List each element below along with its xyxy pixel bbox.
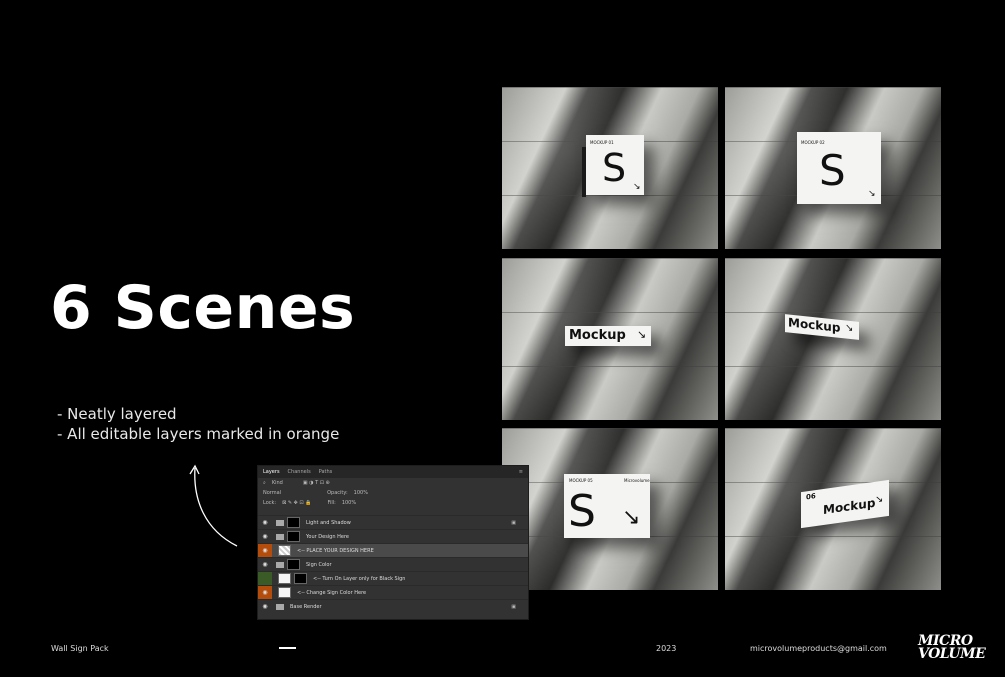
diagonal-arrow-icon: ↘	[845, 322, 854, 335]
layers-panel: Layers Channels Paths ≡ ⌕ Kind ▣ ◑ T ⊡ ⊕…	[257, 465, 529, 620]
sign-brand: Microvolume	[624, 478, 650, 483]
layer-row[interactable]: ◉ <-- Change Sign Color Here	[258, 585, 528, 599]
opacity-input[interactable]: 100%	[354, 490, 368, 496]
fill-label: Fill:	[327, 500, 336, 506]
brand-logo: MICRO VOLUME	[918, 634, 986, 662]
lock-row: Lock: ⊠ ✎ ✥ ⊡ 🔒 Fill: 100%	[258, 498, 528, 508]
diagonal-arrow-icon: ↘	[637, 329, 647, 341]
scene-1-image: MOCKUP 01 S ↘	[502, 87, 718, 249]
scene-3-image: Mockup ↘	[502, 258, 718, 420]
fill-input[interactable]: 100%	[342, 500, 356, 506]
logo-line-2: VOLUME	[918, 646, 986, 662]
panel-menu-icon[interactable]: ≡	[519, 469, 523, 475]
feature-item: - All editable layers marked in orange	[57, 425, 340, 443]
lock-icons[interactable]: ⊠ ✎ ✥ ⊡ 🔒	[282, 500, 311, 506]
visibility-eye-icon[interactable]	[258, 572, 272, 585]
sign-text: Mockup	[823, 495, 876, 518]
scene-5-image: MOCKUP 05 Microvolume S ↘	[502, 428, 718, 590]
filter-row: ⌕ Kind ▣ ◑ T ⊡ ⊕	[258, 478, 528, 488]
layer-row[interactable]: ◉ Light and Shadow ▣	[258, 515, 528, 529]
layer-name: Light and Shadow	[306, 519, 351, 526]
panel-tabs: Layers Channels Paths ≡	[258, 466, 528, 478]
folder-icon	[276, 533, 284, 540]
tab-channels[interactable]: Channels	[288, 469, 311, 475]
layer-thumbnail	[287, 559, 300, 570]
curved-arrow-icon	[189, 464, 238, 547]
diagonal-arrow-icon: ↘	[633, 181, 641, 191]
layer-name: Base Render	[290, 603, 322, 610]
cube-sign: MOCKUP 01 S ↘	[586, 135, 644, 195]
visibility-eye-icon[interactable]: ◉	[258, 544, 272, 557]
folder-icon	[276, 603, 284, 610]
layer-thumbnail	[278, 573, 291, 584]
sign-label: MOCKUP 02	[801, 140, 825, 145]
layer-row[interactable]: ◉ Sign Color	[258, 557, 528, 571]
footer-title: Wall Sign Pack	[51, 644, 109, 653]
scene-4-image: Mockup ↘	[725, 258, 941, 420]
filter-kind-select[interactable]: Kind	[272, 480, 283, 486]
layer-name: <-- Turn On Layer only for Black Sign	[313, 575, 406, 582]
blend-mode-select[interactable]: Normal	[263, 490, 281, 496]
footer-year: 2023	[656, 644, 677, 653]
scene-6-image: 06 Mockup ↘	[725, 428, 941, 590]
sign-letter: S	[602, 146, 627, 190]
lock-icon: ▣	[511, 519, 516, 526]
layer-name: <-- PLACE YOUR DESIGN HERE	[297, 547, 374, 554]
bar-sign: Mockup ↘	[565, 326, 651, 346]
panel-sign: MOCKUP 05 Microvolume S ↘	[564, 474, 650, 538]
visibility-eye-icon[interactable]: ◉	[258, 600, 272, 613]
bar-sign: 06 Mockup ↘	[801, 479, 889, 529]
layer-name: <-- Change Sign Color Here	[297, 589, 367, 596]
sign-letter: S	[568, 486, 596, 537]
filter-icons[interactable]: ▣ ◑ T ⊡ ⊕	[303, 480, 330, 486]
blend-row: Normal Opacity: 100%	[258, 488, 528, 498]
layer-mask-thumbnail	[294, 573, 307, 584]
layer-thumbnail	[278, 587, 291, 598]
lock-icon: ▣	[511, 603, 516, 610]
lock-label: Lock:	[263, 500, 277, 506]
sign-label: MOCKUP 05	[569, 478, 593, 483]
feature-list: - Neatly layered - All editable layers m…	[57, 404, 339, 444]
smart-object-thumbnail	[278, 545, 291, 556]
feature-item: - Neatly layered	[57, 405, 177, 423]
sign-edge	[582, 147, 586, 197]
opacity-label: Opacity:	[327, 490, 348, 496]
footer-dash	[279, 647, 296, 649]
layer-row[interactable]: <-- Turn On Layer only for Black Sign	[258, 571, 528, 585]
cube-sign: MOCKUP 02 S ↘	[797, 132, 881, 204]
visibility-eye-icon[interactable]: ◉	[258, 530, 272, 543]
sign-text: Mockup	[788, 315, 841, 335]
layer-row[interactable]: ◉ Base Render ▣	[258, 599, 528, 613]
bar-sign: Mockup ↘	[785, 314, 859, 340]
sign-text: Mockup	[569, 328, 626, 343]
layer-thumbnail	[287, 517, 300, 528]
sign-letter: S	[819, 146, 846, 195]
layer-name: Your Design Here	[306, 533, 349, 540]
search-icon: ⌕	[263, 480, 266, 486]
sign-number: 06	[806, 492, 816, 502]
visibility-eye-icon[interactable]: ◉	[258, 516, 272, 529]
tab-layers[interactable]: Layers	[263, 469, 280, 475]
footer-email[interactable]: microvolumeproducts@gmail.com	[750, 644, 887, 653]
layer-thumbnail	[287, 531, 300, 542]
folder-icon	[276, 519, 284, 526]
scene-2-image: MOCKUP 02 S ↘	[725, 87, 941, 249]
headline: 6 Scenes	[50, 273, 356, 343]
layer-name: Sign Color	[306, 561, 332, 568]
folder-icon	[276, 561, 284, 568]
layer-row[interactable]: ◉ <-- PLACE YOUR DESIGN HERE	[258, 543, 528, 557]
diagonal-arrow-icon: ↘	[622, 504, 641, 529]
diagonal-arrow-icon: ↘	[868, 188, 876, 198]
sign-label: MOCKUP 01	[590, 140, 614, 145]
visibility-eye-icon[interactable]: ◉	[258, 586, 272, 599]
tab-paths[interactable]: Paths	[319, 469, 333, 475]
diagonal-arrow-icon: ↘	[875, 493, 884, 506]
visibility-eye-icon[interactable]: ◉	[258, 558, 272, 571]
layer-row[interactable]: ◉ Your Design Here	[258, 529, 528, 543]
